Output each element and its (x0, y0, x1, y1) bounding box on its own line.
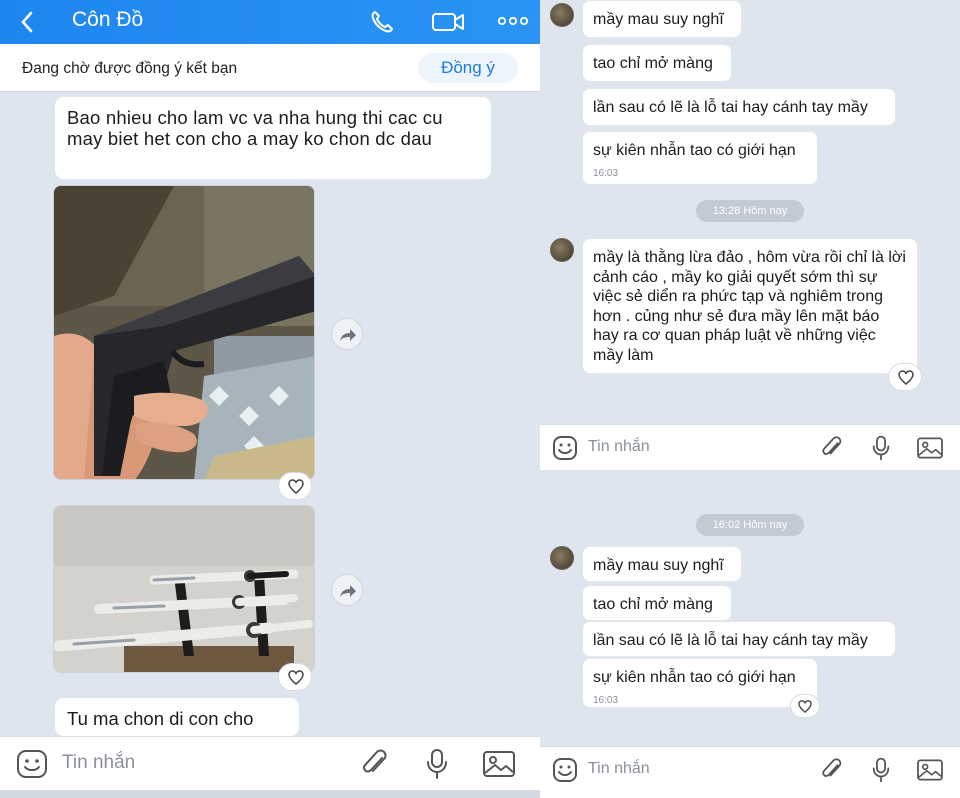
emoji-icon[interactable] (552, 757, 578, 783)
left-chat-panel: Côn Đồ Đang chờ được đồng ý kết bạn Đồng… (0, 0, 540, 798)
microphone-icon[interactable] (424, 748, 450, 780)
paperclip-icon[interactable] (820, 435, 844, 461)
avatar[interactable] (550, 3, 574, 27)
friend-request-bar: Đang chờ được đồng ý kết bạn Đồng ý (0, 44, 540, 92)
divider (0, 790, 540, 798)
share-button[interactable] (331, 574, 363, 606)
react-heart-button[interactable] (278, 472, 312, 500)
message-bubble[interactable]: tao chỉ mở màng (582, 585, 732, 621)
image-icon[interactable] (916, 758, 944, 782)
message-time: 16:03 (593, 167, 619, 179)
react-heart-button[interactable] (790, 694, 820, 718)
accept-friend-button[interactable]: Đồng ý (418, 53, 518, 83)
heart-icon (288, 670, 304, 685)
photo-message-gun[interactable] (53, 185, 315, 480)
microphone-icon[interactable] (870, 435, 892, 461)
message-bubble[interactable]: tao chỉ mở màng (582, 44, 732, 82)
share-button[interactable] (331, 318, 363, 350)
message-bubble[interactable]: sự kiên nhẫn tao có giới hạn 16:03 (582, 658, 818, 708)
microphone-icon[interactable] (870, 757, 892, 783)
message-input[interactable]: Tin nhắn (62, 752, 135, 774)
right-chat-panel: mầy mau suy nghĩ tao chỉ mở màng lần sau… (540, 0, 960, 798)
paperclip-icon[interactable] (820, 757, 844, 783)
contact-name[interactable]: Côn Đồ (72, 8, 143, 32)
message-input[interactable]: Tin nhắn (588, 438, 650, 456)
more-icon[interactable] (496, 14, 530, 28)
message-text: sự kiên nhẫn tao có giới hạn (593, 142, 796, 159)
emoji-icon[interactable] (16, 749, 48, 779)
message-composer: Tin nhắn (540, 746, 960, 798)
screenshot-composite: Côn Đồ Đang chờ được đồng ý kết bạn Đồng… (0, 0, 960, 798)
message-bubble[interactable]: lần sau có lẽ là lỗ tai hay cánh tay mầy (582, 621, 896, 657)
message-bubble[interactable]: mầy là thằng lừa đảo , hôm vừa rồi chỉ l… (582, 238, 918, 374)
heart-icon (798, 700, 812, 713)
react-heart-button[interactable] (888, 363, 922, 391)
share-icon (340, 329, 356, 341)
video-icon[interactable] (430, 8, 466, 36)
message-composer: Tin nhắn (540, 424, 960, 470)
date-separator: 13:28 Hôm nay (696, 200, 804, 222)
heart-icon (898, 370, 914, 385)
react-heart-button[interactable] (278, 663, 312, 691)
message-bubble[interactable]: mầy mau suy nghĩ (582, 546, 742, 582)
message-text: sự kiên nhẫn tao có giới hạn (593, 669, 796, 686)
image-icon[interactable] (482, 749, 516, 779)
photo-message-swords[interactable] (53, 505, 315, 673)
paperclip-icon[interactable] (360, 748, 390, 780)
friend-request-text: Đang chờ được đồng ý kết bạn (22, 60, 238, 77)
message-input[interactable]: Tin nhắn (588, 760, 650, 778)
message-bubble[interactable]: lần sau có lẽ là lỗ tai hay cánh tay mầy (582, 88, 896, 126)
avatar[interactable] (550, 238, 574, 262)
message-time: 16:03 (593, 694, 619, 706)
date-separator: 16:02 Hôm nay (696, 514, 804, 536)
back-icon[interactable] (14, 8, 42, 36)
chat-header: Côn Đồ (0, 0, 540, 44)
share-icon (340, 585, 356, 597)
image-icon[interactable] (916, 436, 944, 460)
phone-icon[interactable] (368, 8, 396, 36)
message-bubble[interactable]: Bao nhieu cho lam vc va nha hung thi cac… (54, 96, 492, 180)
message-bubble[interactable]: Tu ma chon di con cho (54, 697, 300, 737)
message-composer: Tin nhắn (0, 736, 540, 790)
message-bubble[interactable]: mầy mau suy nghĩ (582, 0, 742, 38)
heart-icon (288, 479, 304, 494)
message-bubble[interactable]: sự kiên nhẫn tao có giới hạn 16:03 (582, 131, 818, 185)
emoji-icon[interactable] (552, 435, 578, 461)
avatar[interactable] (550, 546, 574, 570)
